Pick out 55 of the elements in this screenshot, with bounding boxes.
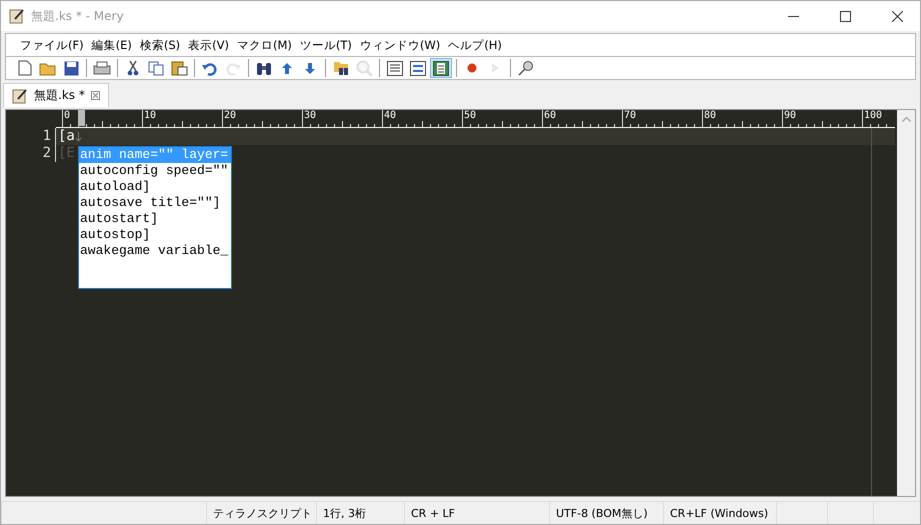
ruler-label: 60	[544, 110, 556, 121]
ruler-label: 90	[784, 110, 796, 121]
ruler-label: 0	[64, 110, 70, 121]
page-icon	[433, 60, 449, 76]
ruler-label: 10	[144, 110, 156, 121]
ruler-label: 20	[224, 110, 236, 121]
ruler-label: 100	[864, 110, 882, 121]
folder-icon	[39, 60, 57, 76]
clipboard-icon	[170, 60, 188, 76]
ruler-label: 70	[624, 110, 636, 121]
wrap-icon	[410, 60, 426, 76]
up-arrow-icon	[282, 62, 292, 74]
menu-item[interactable]: 検索(S)	[136, 38, 184, 52]
ruler-label: 80	[704, 110, 716, 121]
magnifier-icon	[356, 60, 372, 76]
ruler-label: 30	[304, 110, 316, 121]
undo-icon	[202, 60, 218, 76]
record-icon	[467, 63, 477, 73]
notepad-icon	[12, 88, 28, 104]
toolbar-button[interactable]	[384, 58, 406, 78]
close-icon[interactable]	[90, 91, 100, 100]
tab-label: 無題.ks *	[34, 87, 85, 104]
line-number: 2	[6, 145, 56, 162]
printer-icon	[93, 60, 111, 76]
new-file-icon	[18, 60, 32, 76]
menu-item[interactable]: ウィンドウ(W)	[356, 38, 444, 52]
folder-binoculars-icon	[332, 60, 350, 76]
copy-icon	[148, 60, 164, 76]
column-marker	[78, 110, 85, 126]
menu-item[interactable]: 表示(V)	[184, 38, 233, 52]
down-arrow-icon	[305, 62, 315, 74]
status-field: CR+LF (Windows)	[663, 502, 776, 524]
notepad-icon	[9, 8, 25, 24]
document-tab[interactable]: 無題.ks *	[3, 83, 109, 107]
maximize-icon	[840, 10, 850, 22]
status-field: UTF-8 (BOM無し)	[549, 502, 663, 524]
scissors-icon	[126, 60, 140, 76]
toolbar-button[interactable]	[430, 58, 452, 78]
status-field: 1行, 3桁	[316, 502, 404, 524]
ruler-label: 50	[464, 110, 476, 121]
menu-item[interactable]: 編集(E)	[88, 38, 136, 52]
menu-item[interactable]: ツール(T)	[296, 38, 356, 52]
menu-item[interactable]: マクロ(M)	[232, 38, 296, 52]
ruler-label: 40	[384, 110, 396, 121]
toolbar-button[interactable]	[407, 58, 429, 78]
lines-icon	[387, 60, 403, 76]
menu-item[interactable]: ファイル(F)	[16, 38, 88, 52]
menu-item[interactable]: ヘルプ(H)	[444, 38, 506, 52]
binoculars-icon	[255, 60, 273, 76]
suggestion-item[interactable]: awakegame variable_	[79, 243, 231, 259]
status-field: ティラノスクリプト	[206, 502, 316, 524]
close-icon	[892, 10, 902, 22]
status-field: CR + LF	[404, 502, 549, 524]
newline-icon	[74, 132, 82, 142]
window-title: 無題.ks * - Mery	[31, 8, 125, 24]
